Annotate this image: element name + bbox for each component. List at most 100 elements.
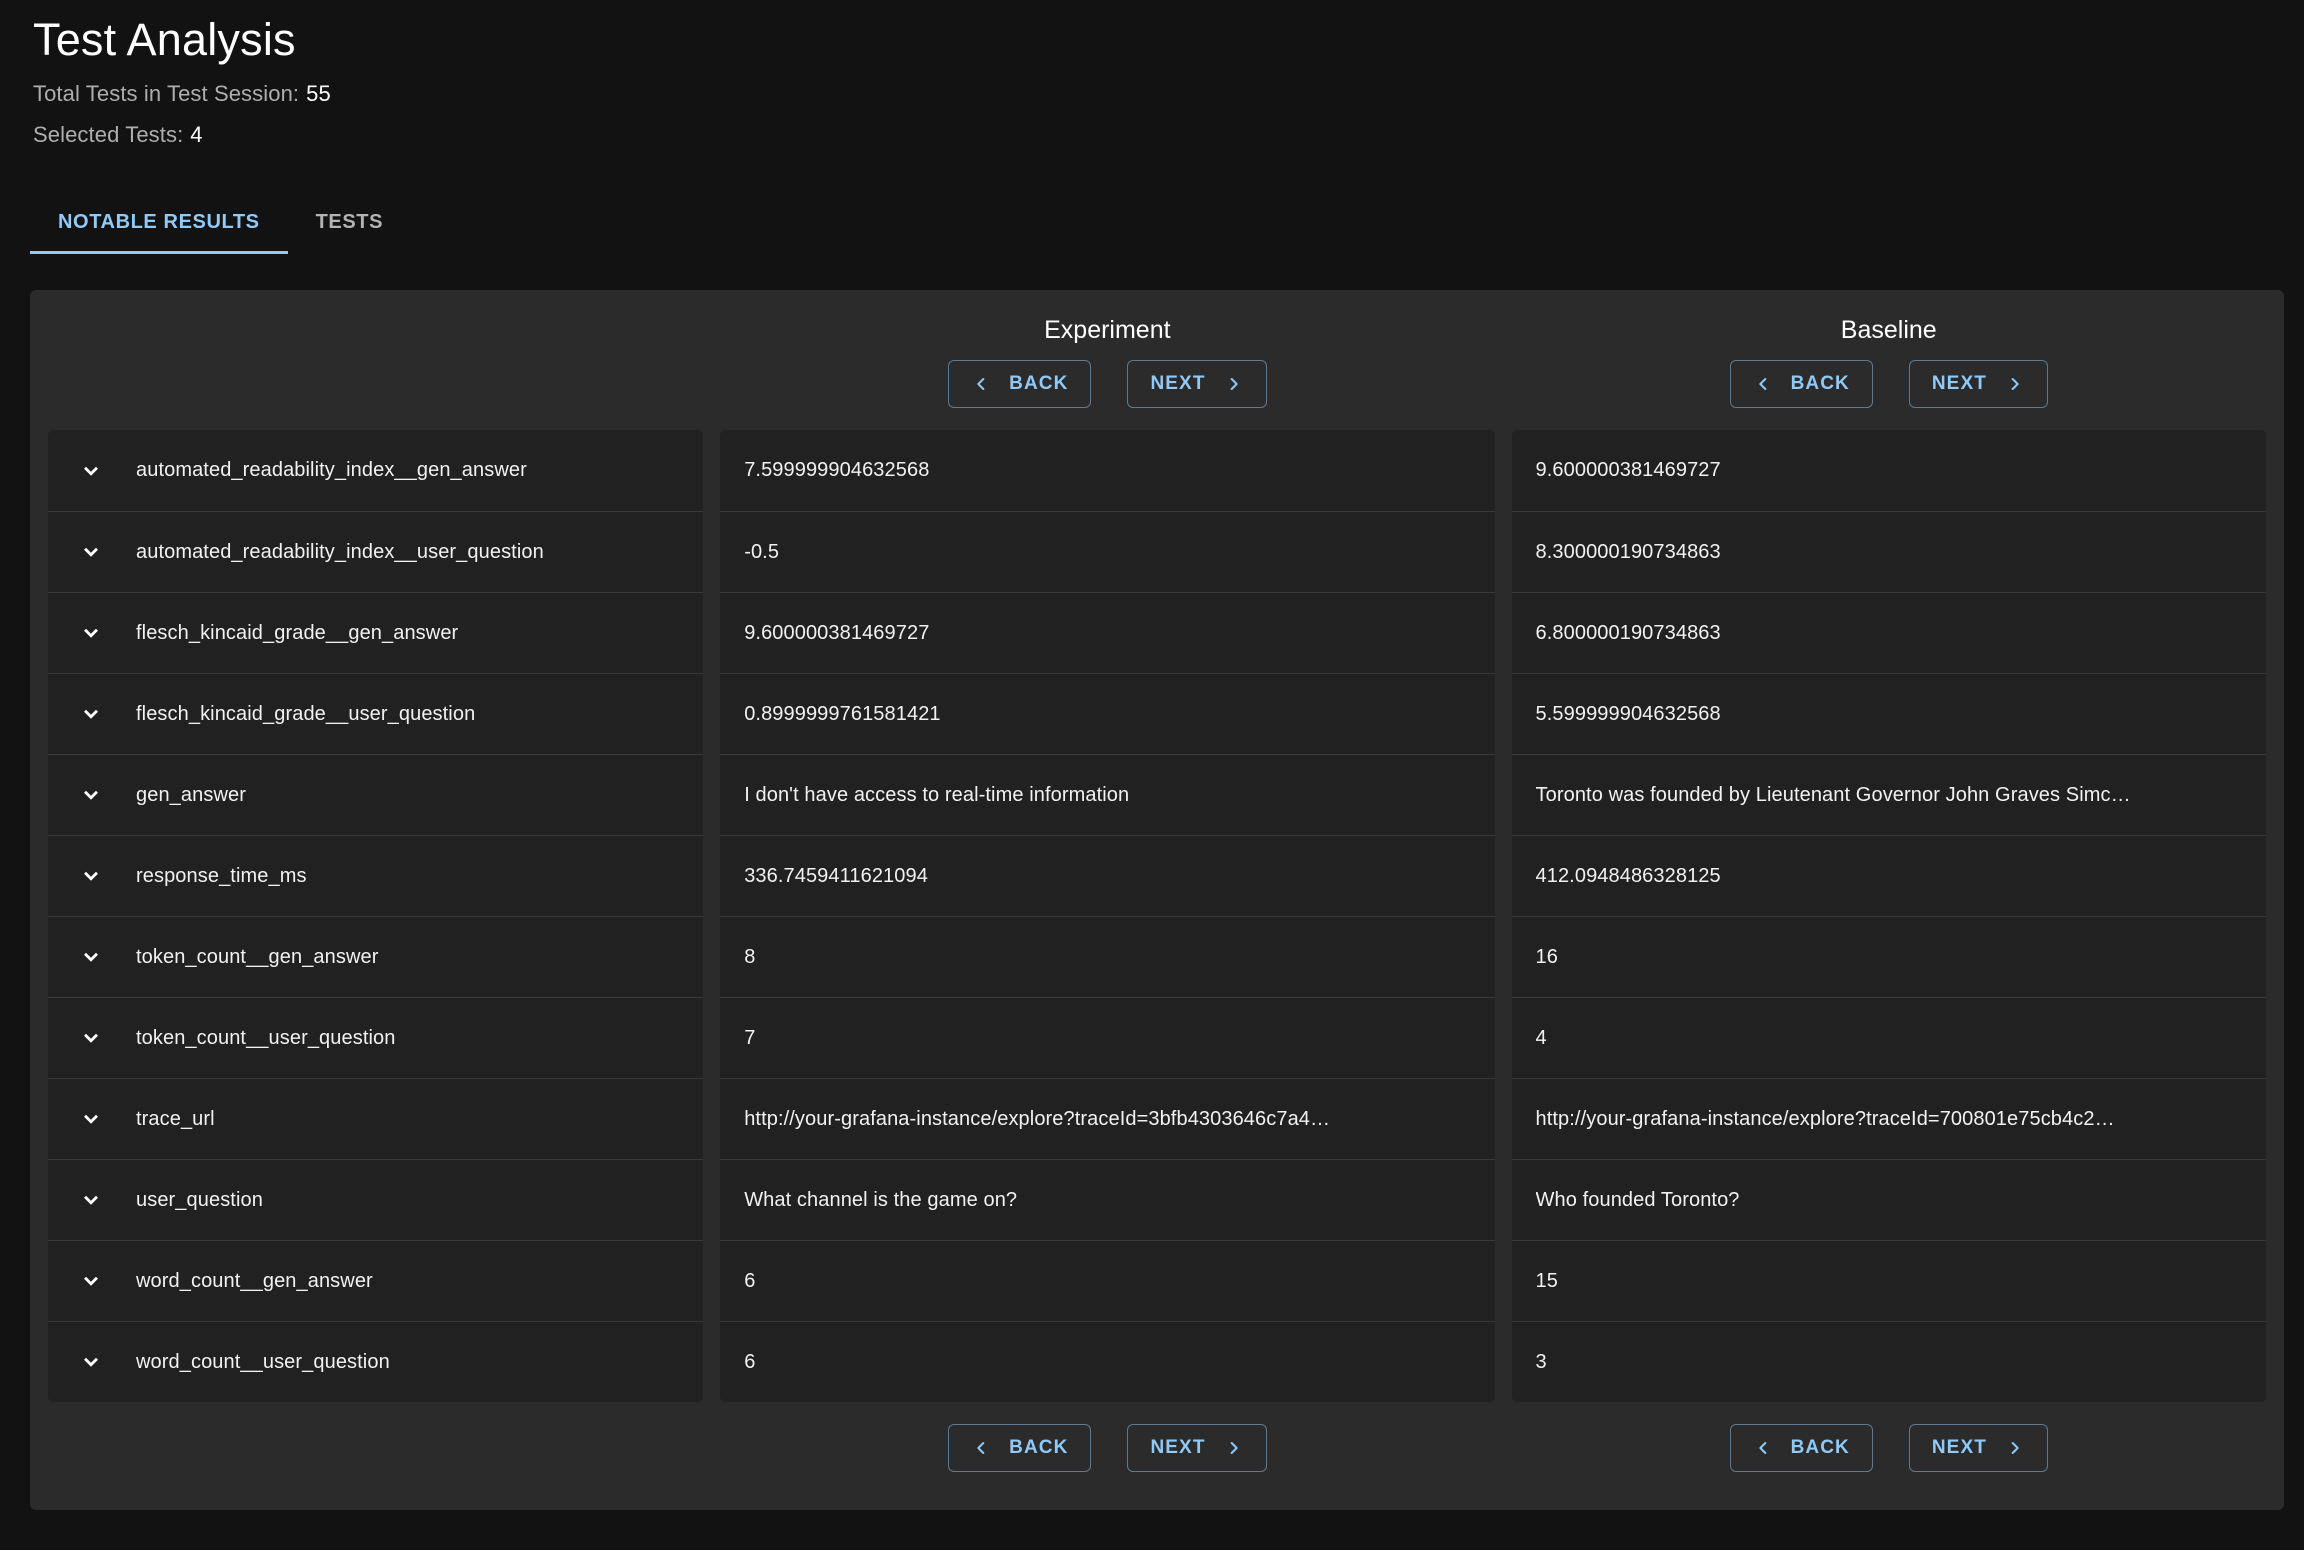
chevron-down-icon[interactable]	[78, 620, 104, 646]
metric-row[interactable]: response_time_ms	[48, 835, 703, 916]
experiment-pager-top: BACK NEXT	[720, 360, 1494, 408]
baseline-value-row[interactable]: 16	[1512, 916, 2266, 997]
experiment-back-button[interactable]: BACK	[948, 1424, 1091, 1472]
next-button-label: NEXT	[1932, 373, 1987, 395]
baseline-value-row[interactable]: 6.800000190734863	[1512, 592, 2266, 673]
tab-notable-results[interactable]: NOTABLE RESULTS	[30, 190, 288, 254]
experiment-value-row[interactable]: 9.600000381469727	[720, 592, 1494, 673]
metric-row[interactable]: automated_readability_index__gen_answer	[48, 430, 703, 511]
metric-row[interactable]: token_count__user_question	[48, 997, 703, 1078]
baseline-next-button[interactable]: NEXT	[1909, 1424, 2048, 1472]
chevron-right-icon	[1224, 374, 1244, 394]
experiment-next-button[interactable]: NEXT	[1127, 1424, 1266, 1472]
chevron-left-icon	[971, 374, 991, 394]
baseline-value: http://your-grafana-instance/explore?tra…	[1536, 1108, 2115, 1131]
baseline-value-row[interactable]: 9.600000381469727	[1512, 430, 2266, 511]
next-button-label: NEXT	[1150, 373, 1205, 395]
metrics-card: automated_readability_index__gen_answer …	[48, 430, 703, 1402]
selected-tests-line: Selected Tests: 4	[33, 122, 2304, 148]
metric-name: word_count__gen_answer	[136, 1270, 373, 1293]
metric-row[interactable]: flesch_kincaid_grade__gen_answer	[48, 592, 703, 673]
experiment-value: -0.5	[744, 541, 779, 564]
metric-row[interactable]: word_count__user_question	[48, 1321, 703, 1402]
baseline-value: 3	[1536, 1351, 1547, 1374]
baseline-value: 4	[1536, 1027, 1547, 1050]
metric-row[interactable]: user_question	[48, 1159, 703, 1240]
experiment-value-row[interactable]: 6	[720, 1321, 1494, 1402]
experiment-value-row[interactable]: 7.599999904632568	[720, 430, 1494, 511]
baseline-value-row[interactable]: 3	[1512, 1321, 2266, 1402]
total-tests-label: Total Tests in Test Session:	[33, 81, 299, 106]
selected-tests-label: Selected Tests:	[33, 122, 183, 147]
baseline-value-row[interactable]: 8.300000190734863	[1512, 511, 2266, 592]
metric-name: automated_readability_index__user_questi…	[136, 541, 544, 564]
chevron-down-icon[interactable]	[78, 944, 104, 970]
baseline-value-row[interactable]: Who founded Toronto?	[1512, 1159, 2266, 1240]
metric-name: flesch_kincaid_grade__gen_answer	[136, 622, 458, 645]
back-button-label: BACK	[1791, 373, 1850, 395]
chevron-down-icon[interactable]	[78, 1106, 104, 1132]
experiment-value: 336.7459411621094	[744, 865, 928, 888]
baseline-pager-top: BACK NEXT	[1512, 360, 2266, 408]
experiment-value-row[interactable]: 0.8999999761581421	[720, 673, 1494, 754]
metric-name: token_count__user_question	[136, 1027, 395, 1050]
chevron-down-icon[interactable]	[78, 1349, 104, 1375]
baseline-value: 15	[1536, 1270, 1558, 1293]
baseline-value-row[interactable]: 412.0948486328125	[1512, 835, 2266, 916]
back-button-label: BACK	[1009, 373, 1068, 395]
experiment-value: 8	[744, 946, 755, 969]
experiment-value-row[interactable]: -0.5	[720, 511, 1494, 592]
experiment-value-row[interactable]: 7	[720, 997, 1494, 1078]
selected-tests-value: 4	[190, 122, 202, 147]
baseline-back-button[interactable]: BACK	[1730, 1424, 1873, 1472]
experiment-value: 6	[744, 1270, 755, 1293]
baseline-value-row[interactable]: 5.599999904632568	[1512, 673, 2266, 754]
baseline-value-row[interactable]: 15	[1512, 1240, 2266, 1321]
chevron-down-icon[interactable]	[78, 458, 104, 484]
back-button-label: BACK	[1791, 1437, 1850, 1459]
experiment-value-row[interactable]: 6	[720, 1240, 1494, 1321]
baseline-back-button[interactable]: BACK	[1730, 360, 1873, 408]
experiment-pager-bottom: BACK NEXT	[720, 1424, 1494, 1472]
baseline-value: Toronto was founded by Lieutenant Govern…	[1536, 784, 2131, 807]
tab-tests-label: TESTS	[316, 211, 383, 234]
baseline-value-row[interactable]: 4	[1512, 997, 2266, 1078]
metric-name: token_count__gen_answer	[136, 946, 379, 969]
experiment-value-row[interactable]: What channel is the game on?	[720, 1159, 1494, 1240]
baseline-value-row[interactable]: http://your-grafana-instance/explore?tra…	[1512, 1078, 2266, 1159]
metric-row[interactable]: flesch_kincaid_grade__user_question	[48, 673, 703, 754]
chevron-right-icon	[2005, 374, 2025, 394]
metric-name: response_time_ms	[136, 865, 307, 888]
experiment-value: 7.599999904632568	[744, 459, 929, 482]
experiment-column-title: Experiment	[720, 316, 1494, 345]
chevron-right-icon	[2005, 1438, 2025, 1458]
tab-bar: NOTABLE RESULTS TESTS	[30, 190, 2304, 254]
baseline-next-button[interactable]: NEXT	[1909, 360, 2048, 408]
baseline-value-row[interactable]: Toronto was founded by Lieutenant Govern…	[1512, 754, 2266, 835]
experiment-next-button[interactable]: NEXT	[1127, 360, 1266, 408]
chevron-down-icon[interactable]	[78, 1025, 104, 1051]
metric-row[interactable]: gen_answer	[48, 754, 703, 835]
chevron-down-icon[interactable]	[78, 1268, 104, 1294]
chevron-down-icon[interactable]	[78, 539, 104, 565]
experiment-back-button[interactable]: BACK	[948, 360, 1091, 408]
chevron-down-icon[interactable]	[78, 863, 104, 889]
chevron-down-icon[interactable]	[78, 1187, 104, 1213]
experiment-value-row[interactable]: 336.7459411621094	[720, 835, 1494, 916]
metric-row[interactable]: trace_url	[48, 1078, 703, 1159]
total-tests-value: 55	[306, 81, 331, 106]
metric-row[interactable]: automated_readability_index__user_questi…	[48, 511, 703, 592]
metric-row[interactable]: token_count__gen_answer	[48, 916, 703, 997]
experiment-value-row[interactable]: http://your-grafana-instance/explore?tra…	[720, 1078, 1494, 1159]
back-button-label: BACK	[1009, 1437, 1068, 1459]
experiment-value-row[interactable]: 8	[720, 916, 1494, 997]
chevron-down-icon[interactable]	[78, 782, 104, 808]
baseline-value: 412.0948486328125	[1536, 865, 1721, 888]
baseline-value: 6.800000190734863	[1536, 622, 1721, 645]
metric-row[interactable]: word_count__gen_answer	[48, 1240, 703, 1321]
tab-tests[interactable]: TESTS	[288, 190, 411, 254]
metric-name: word_count__user_question	[136, 1351, 390, 1374]
chevron-left-icon	[1753, 1438, 1773, 1458]
chevron-down-icon[interactable]	[78, 701, 104, 727]
experiment-value-row[interactable]: I don't have access to real-time informa…	[720, 754, 1494, 835]
